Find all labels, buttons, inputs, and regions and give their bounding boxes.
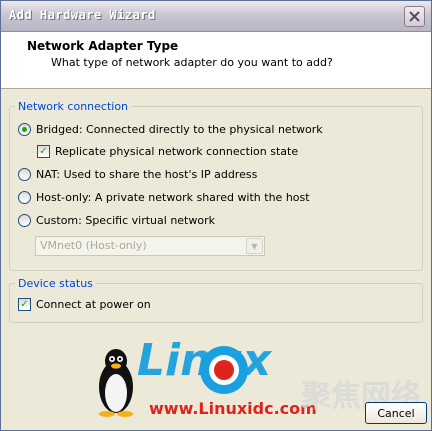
wizard-body: Network connection Bridged: Connected di… xyxy=(1,89,431,430)
page-title: Network Adapter Type xyxy=(27,39,179,53)
watermark-circle-icon xyxy=(197,343,251,401)
radio-host-only[interactable]: Host-only: A private network shared with… xyxy=(18,191,310,204)
watermark-site: www.Linuxidc.com xyxy=(149,399,317,418)
radio-nat-label: NAT: Used to share the host's IP address xyxy=(36,168,258,181)
wizard-window: Add Hardware Wizard Network Adapter Type… xyxy=(0,0,432,431)
radio-bridged[interactable]: Bridged: Connected directly to the physi… xyxy=(18,123,323,136)
page-subtitle: What type of network adapter do you want… xyxy=(51,56,333,69)
wizard-header: Network Adapter Type What type of networ… xyxy=(1,32,431,89)
radio-custom-label: Custom: Specific virtual network xyxy=(36,214,215,227)
connect-at-power-on-checkbox[interactable]: Connect at power on xyxy=(18,298,151,311)
replicate-checkbox[interactable]: Replicate physical network connection st… xyxy=(37,145,298,158)
replicate-checkbox-box[interactable] xyxy=(37,145,50,158)
radio-bridged-indicator[interactable] xyxy=(18,123,31,136)
radio-custom[interactable]: Custom: Specific virtual network xyxy=(18,214,215,227)
radio-custom-indicator[interactable] xyxy=(18,214,31,227)
chevron-down-icon[interactable]: ▼ xyxy=(246,238,263,254)
device-status-legend: Device status xyxy=(15,277,96,290)
radio-host-only-label: Host-only: A private network shared with… xyxy=(36,191,310,204)
close-icon xyxy=(409,11,420,22)
replicate-checkbox-label: Replicate physical network connection st… xyxy=(55,145,299,158)
custom-network-select-value: VMnet0 (Host-only) xyxy=(40,239,147,252)
cancel-button[interactable]: Cancel xyxy=(365,402,427,424)
network-connection-legend: Network connection xyxy=(15,100,132,113)
tux-penguin-icon xyxy=(96,347,136,421)
radio-bridged-label: Bridged: Connected directly to the physi… xyxy=(36,123,323,136)
radio-nat-indicator[interactable] xyxy=(18,168,31,181)
connect-at-power-on-label: Connect at power on xyxy=(36,298,151,311)
title-bar: Add Hardware Wizard xyxy=(1,1,431,32)
window-title: Add Hardware Wizard xyxy=(9,8,156,22)
close-button[interactable] xyxy=(404,6,425,27)
custom-network-select[interactable]: VMnet0 (Host-only) ▼ xyxy=(35,236,265,256)
connect-at-power-on-box[interactable] xyxy=(18,298,31,311)
radio-nat[interactable]: NAT: Used to share the host's IP address xyxy=(18,168,257,181)
radio-host-only-indicator[interactable] xyxy=(18,191,31,204)
